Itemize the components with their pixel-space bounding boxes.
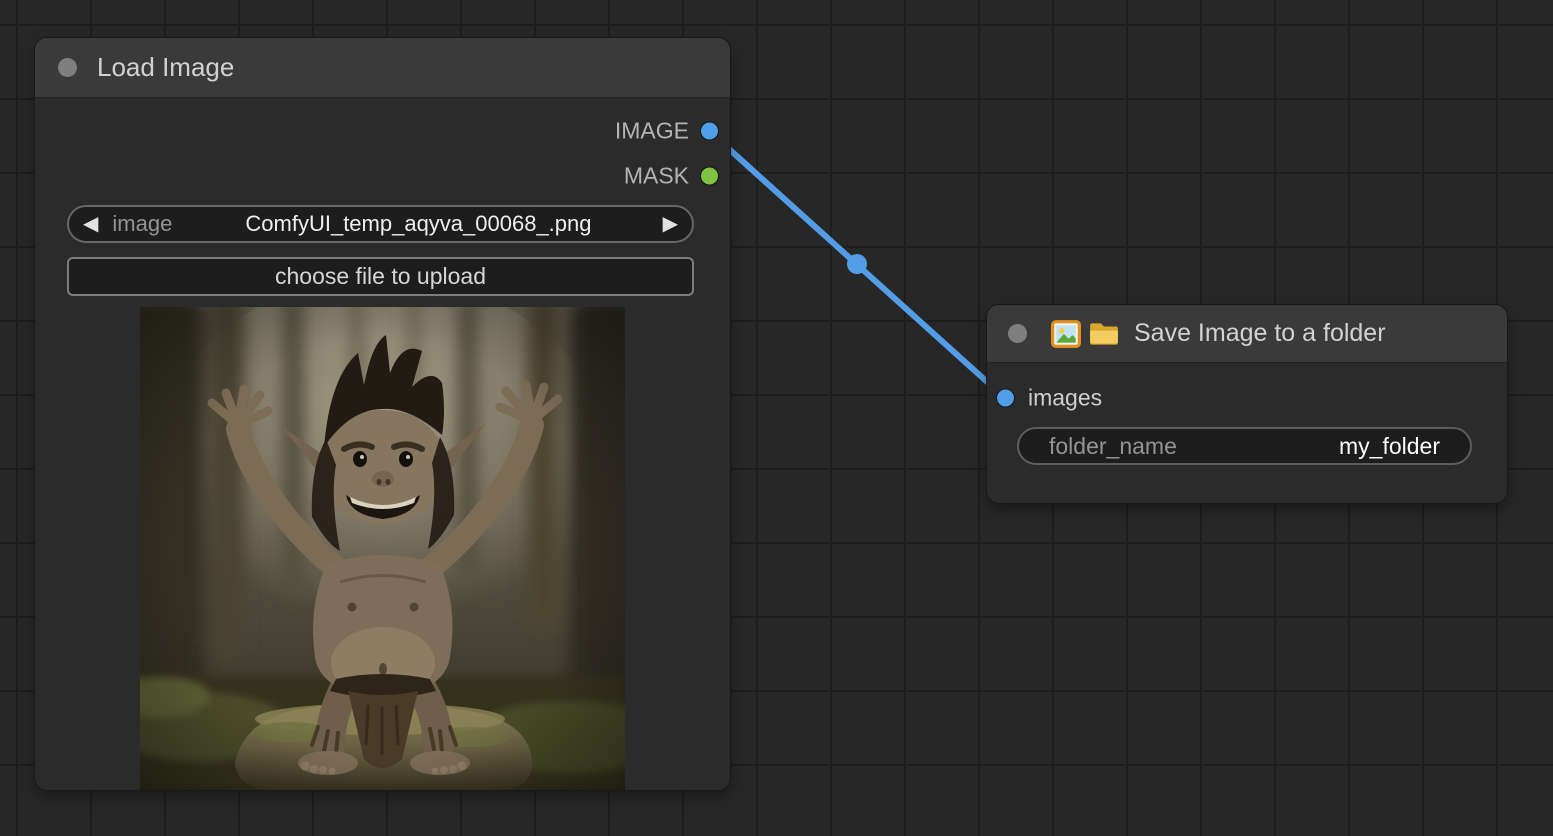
collapse-dot[interactable] xyxy=(58,58,77,77)
node-editor-canvas[interactable]: Load Image IMAGE MASK ◀ image ComfyUI_te… xyxy=(0,0,1553,836)
output-dot-image[interactable] xyxy=(701,123,718,140)
node-title: Save Image to a folder xyxy=(1134,319,1386,348)
folder-widget-value: my_folder xyxy=(1339,433,1440,460)
image-combo-widget[interactable]: ◀ image ComfyUI_temp_aqyva_00068_.png ▶ xyxy=(67,205,694,243)
output-label-mask: MASK xyxy=(624,163,689,190)
next-arrow-icon[interactable]: ▶ xyxy=(649,214,692,234)
combo-widget-value: ComfyUI_temp_aqyva_00068_.png xyxy=(188,211,648,237)
node-title: Load Image xyxy=(97,52,234,83)
combo-widget-name: image xyxy=(112,211,172,237)
save-node-icons xyxy=(1051,320,1120,348)
node-load-image[interactable]: Load Image IMAGE MASK ◀ image ComfyUI_te… xyxy=(35,38,730,790)
input-label-images: images xyxy=(1028,385,1102,412)
image-preview xyxy=(140,307,625,790)
output-dot-mask[interactable] xyxy=(701,168,718,185)
folder-icon xyxy=(1088,321,1120,347)
output-slot-image: IMAGE xyxy=(615,118,718,145)
output-label-image: IMAGE xyxy=(615,118,689,145)
load-image-title-bar[interactable]: Load Image xyxy=(35,38,730,98)
save-node-title-bar[interactable]: Save Image to a folder xyxy=(987,305,1507,363)
upload-button[interactable]: choose file to upload xyxy=(67,257,694,296)
prev-arrow-icon[interactable]: ◀ xyxy=(69,214,112,234)
input-dot-images[interactable] xyxy=(997,390,1014,407)
picture-icon xyxy=(1051,320,1081,348)
input-slot-images: images xyxy=(997,385,1102,412)
folder-name-widget[interactable]: folder_name my_folder xyxy=(1017,427,1472,465)
output-slot-mask: MASK xyxy=(624,163,718,190)
folder-widget-name: folder_name xyxy=(1049,433,1177,460)
link-midpoint-dot[interactable] xyxy=(847,254,867,274)
collapse-dot[interactable] xyxy=(1008,324,1027,343)
troll-forest-image xyxy=(140,307,625,790)
node-save-image-to-folder[interactable]: Save Image to a folder images folder_nam… xyxy=(987,305,1507,503)
